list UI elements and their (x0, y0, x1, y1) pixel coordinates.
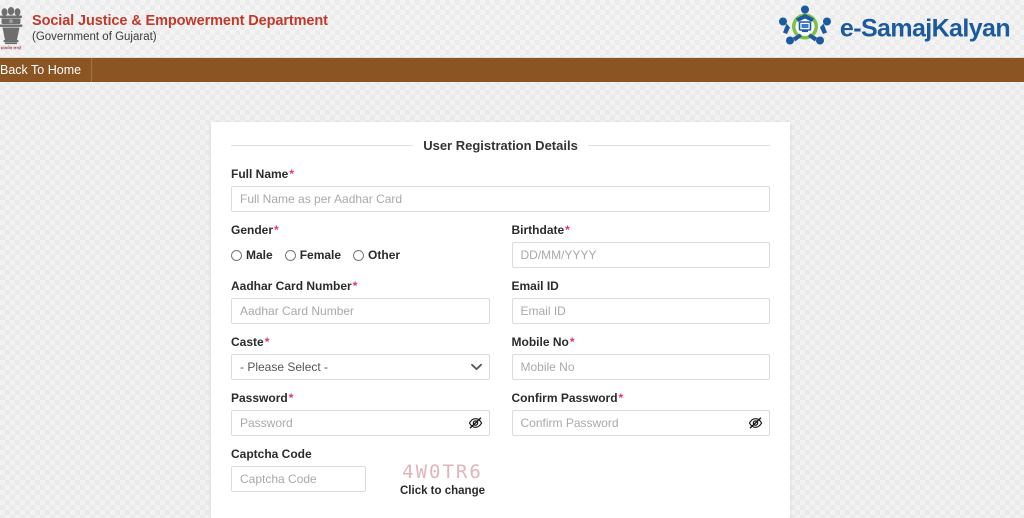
aadhar-card-number-input[interactable] (231, 298, 490, 324)
confirm-password-input-wrapper (511, 410, 770, 436)
field-group-gender: Gender* Male Female Other (231, 223, 490, 268)
gender-radio-female[interactable] (284, 249, 296, 261)
password-label: Password* (231, 391, 490, 405)
government-subtitle: (Government of Gujarat) (32, 31, 157, 44)
gender-option-female[interactable]: Female (284, 248, 342, 262)
form-row-aadhar-email: Aadhar Card Number* Email ID (231, 279, 770, 324)
field-group-confirm-password: Confirm Password* (511, 391, 771, 436)
svg-text:सत्यमेव जयते: सत्यमेव जयते (1, 45, 22, 50)
caste-select[interactable]: - Please Select - (231, 354, 490, 380)
mobile-no-input[interactable] (511, 354, 770, 380)
caste-label-text: Caste (231, 335, 264, 349)
gender-label: Gender* (231, 223, 490, 237)
email-label: Email ID (512, 279, 771, 293)
birthdate-input[interactable] (511, 242, 770, 268)
required-marker: * (618, 391, 624, 405)
form-row-passwords: Password* Confirm Password* (231, 391, 770, 436)
field-group-password: Password* (231, 391, 490, 436)
field-group-email: Email ID (511, 279, 771, 324)
full-name-input[interactable] (231, 186, 770, 212)
form-row-full-name: Full Name* (231, 167, 770, 212)
gender-radio-male[interactable] (231, 249, 242, 261)
primary-navbar: Back To Home (0, 58, 1024, 82)
eye-slash-icon[interactable] (468, 416, 483, 431)
user-registration-card: User Registration Details Full Name* Gen… (211, 122, 790, 518)
required-marker: * (274, 223, 279, 237)
field-group-aadhar: Aadhar Card Number* (231, 279, 490, 324)
gender-label-text: Gender (231, 223, 274, 237)
mobile-label: Mobile No* (512, 335, 771, 349)
password-input-wrapper (231, 410, 490, 436)
gender-option-female-label: Female (299, 248, 342, 262)
header-title-block: Social Justice & Empowerment Department … (32, 13, 328, 45)
password-input[interactable] (231, 410, 490, 436)
gender-option-male[interactable]: Male (231, 248, 273, 262)
department-title: Social Justice & Empowerment Department (32, 12, 328, 29)
aadhar-label-text: Aadhar Card Number (231, 279, 352, 293)
email-id-input[interactable] (511, 298, 770, 324)
legend-rule-right (587, 145, 771, 146)
password-label-text: Password (231, 391, 288, 405)
birthdate-label: Birthdate* (512, 223, 771, 237)
form-row-caste-mobile: Caste* - Please Select - Mobile No* (231, 335, 770, 380)
form-legend-text: User Registration Details (423, 138, 578, 153)
required-marker: * (288, 391, 294, 405)
captcha-section: Captcha Code 4W0TR6 Click to change (231, 447, 770, 497)
full-name-label-text: Full Name (231, 167, 289, 181)
gender-option-other-label: Other (368, 248, 401, 262)
gender-option-male-label: Male (246, 248, 273, 262)
field-group-captcha: Captcha Code (231, 447, 366, 492)
captcha-label-text: Captcha Code (231, 447, 312, 461)
gender-radio-group: Male Female Other (231, 242, 490, 268)
captcha-label: Captcha Code (231, 447, 366, 461)
confirm-password-input[interactable] (511, 410, 770, 436)
field-group-birthdate: Birthdate* (511, 223, 771, 268)
aadhar-label: Aadhar Card Number* (231, 279, 490, 293)
form-legend: User Registration Details (231, 138, 771, 153)
legend-rule-left (231, 145, 414, 146)
mobile-label-text: Mobile No (511, 335, 569, 349)
site-header: सत्यमेव जयते Social Justice & Empowermen… (0, 0, 1024, 58)
field-group-mobile: Mobile No* (511, 335, 771, 380)
required-marker: * (565, 223, 570, 237)
captcha-image-text[interactable]: 4W0TR6 (400, 463, 485, 482)
gender-option-other[interactable]: Other (353, 248, 400, 262)
required-marker: * (569, 335, 575, 349)
required-marker: * (264, 335, 270, 349)
back-to-home-link[interactable]: Back To Home (0, 58, 93, 82)
captcha-refresh-label[interactable]: Click to change (400, 485, 485, 497)
field-group-caste: Caste* - Please Select - (231, 335, 490, 380)
form-row-gender-birthdate: Gender* Male Female Other Birthdate* (231, 223, 770, 268)
confirm-password-label: Confirm Password* (512, 391, 771, 405)
full-name-label: Full Name* (231, 167, 770, 181)
confirm-password-label-text: Confirm Password (511, 391, 618, 405)
captcha-code-input[interactable] (231, 466, 366, 492)
captcha-refresh-block[interactable]: 4W0TR6 Click to change (400, 447, 485, 498)
caste-select-wrapper: - Please Select - (231, 354, 490, 380)
brand-logo: e-SamajKalyan (774, 4, 1011, 53)
caste-label: Caste* (231, 335, 490, 349)
email-label-text: Email ID (511, 279, 559, 293)
field-group-full-name: Full Name* (231, 167, 770, 212)
form-row-captcha: Captcha Code 4W0TR6 Click to change (231, 447, 770, 497)
gender-radio-other[interactable] (353, 249, 365, 261)
brand-name: e-SamajKalyan (839, 14, 1011, 42)
eye-slash-icon[interactable] (748, 416, 763, 431)
e-samajkalyan-logo-icon (774, 4, 836, 53)
required-marker: * (289, 167, 295, 181)
india-national-emblem-icon: सत्यमेव जयते (0, 3, 28, 55)
required-marker: * (352, 279, 358, 293)
birthdate-label-text: Birthdate (511, 223, 565, 237)
